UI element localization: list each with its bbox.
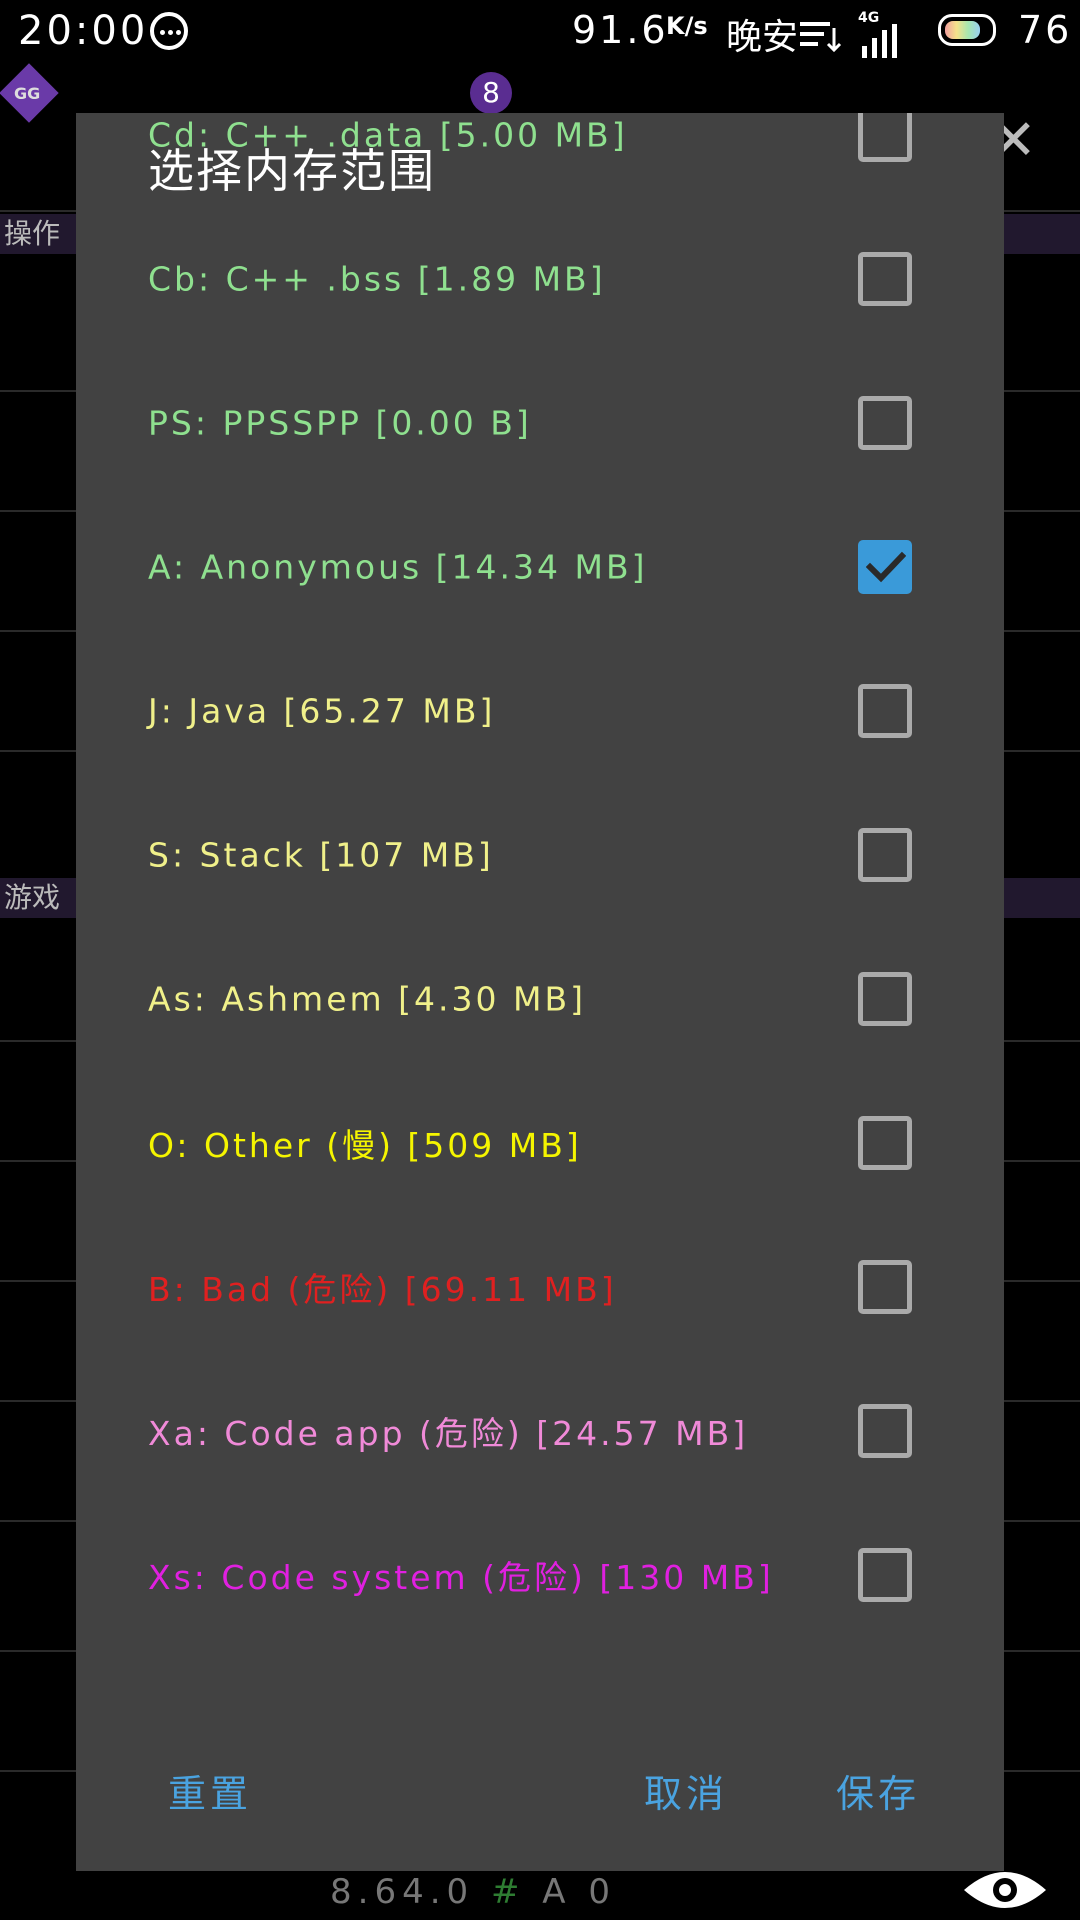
list-item[interactable]: S: Stack [107 MB] (76, 783, 1004, 927)
memory-range-label: As: Ashmem [4.30 MB] (148, 979, 586, 1019)
memory-range-checkbox[interactable] (858, 828, 912, 882)
memory-range-label: S: Stack [107 MB] (148, 835, 494, 875)
status-time: 20:00 (18, 8, 149, 54)
memory-range-checkbox[interactable] (858, 1404, 912, 1458)
memory-range-label: Xs: Code system (危险) [130 MB] (148, 1558, 774, 1597)
screen: 20:00 91.6 K/s 晚安 4G 76 GG 8 ✕ 操作 游戏 8.6… (0, 0, 1080, 1920)
list-item[interactable]: Xa: Code app (危险) [24.57 MB] (76, 1359, 1004, 1503)
battery-level: 76 (1018, 8, 1073, 52)
list-item[interactable]: PS: PPSSPP [0.00 B] (76, 351, 1004, 495)
status-bar: 20:00 91.6 K/s 晚安 4G 76 (0, 0, 1080, 66)
dialog-title: 选择内存范围 (148, 144, 436, 198)
eye-icon[interactable] (960, 1868, 1050, 1912)
wifi-icon (800, 22, 842, 53)
list-item[interactable]: Xs: Code system (危险) [130 MB] (76, 1503, 1004, 1647)
reset-button[interactable]: 重置 (168, 1763, 252, 1818)
memory-range-checkbox[interactable] (858, 684, 912, 738)
memory-range-checkbox[interactable] (858, 1260, 912, 1314)
night-mode-label: 晚安 (726, 17, 799, 58)
list-item[interactable]: O: Other (慢) [509 MB] (76, 1071, 1004, 1215)
memory-range-label: J: Java [65.27 MB] (148, 691, 496, 731)
memory-range-checkbox[interactable] (858, 972, 912, 1026)
memory-range-list[interactable]: Cd: C++ .data [5.00 MB] Cb: C++ .bss [1.… (76, 113, 1004, 1703)
network-speed: 91.6 (572, 8, 669, 52)
list-item[interactable]: B: Bad (危险) [69.11 MB] (76, 1215, 1004, 1359)
memory-range-label: Cb: C++ .bss [1.89 MB] (148, 259, 606, 299)
memory-range-checkbox[interactable] (858, 252, 912, 306)
chat-icon (150, 12, 188, 50)
version-hash: # (490, 1872, 526, 1912)
cancel-button[interactable]: 取消 (644, 1763, 728, 1818)
memory-range-checkbox[interactable] (858, 1116, 912, 1170)
memory-range-checkbox[interactable] (858, 396, 912, 450)
memory-range-checkbox[interactable] (858, 540, 912, 594)
memory-range-label: PS: PPSSPP [0.00 B] (148, 403, 532, 443)
memory-range-checkbox[interactable] (858, 113, 912, 162)
memory-range-label: O: Other (慢) [509 MB] (148, 1126, 582, 1165)
version-number: 8.64.0 (330, 1872, 475, 1912)
network-speed-unit: K/s (666, 12, 708, 40)
list-item[interactable]: As: Ashmem [4.30 MB] (76, 927, 1004, 1071)
app-logo-text: GG (14, 84, 41, 103)
process-badge[interactable]: 8 (470, 72, 512, 114)
memory-range-label: Xa: Code app (危险) [24.57 MB] (148, 1414, 749, 1453)
list-item[interactable]: A: Anonymous [14.34 MB] (76, 495, 1004, 639)
memory-range-dialog: 选择内存范围 Cd: C++ .data [5.00 MB] Cb: C++ .… (76, 113, 1004, 1871)
version-label: 8.64.0 # A 0 (330, 1872, 616, 1912)
dialog-button-bar: 重置 取消 保存 (76, 1753, 1004, 1843)
version-suffix: A 0 (542, 1872, 616, 1912)
battery-icon (938, 14, 996, 46)
memory-range-label: A: Anonymous [14.34 MB] (148, 547, 648, 587)
save-button[interactable]: 保存 (836, 1763, 920, 1818)
checkmark-icon (866, 551, 906, 583)
memory-range-label: B: Bad (危险) [69.11 MB] (148, 1270, 617, 1309)
list-item[interactable]: Cb: C++ .bss [1.89 MB] (76, 207, 1004, 351)
list-item[interactable]: J: Java [65.27 MB] (76, 639, 1004, 783)
memory-range-checkbox[interactable] (858, 1548, 912, 1602)
